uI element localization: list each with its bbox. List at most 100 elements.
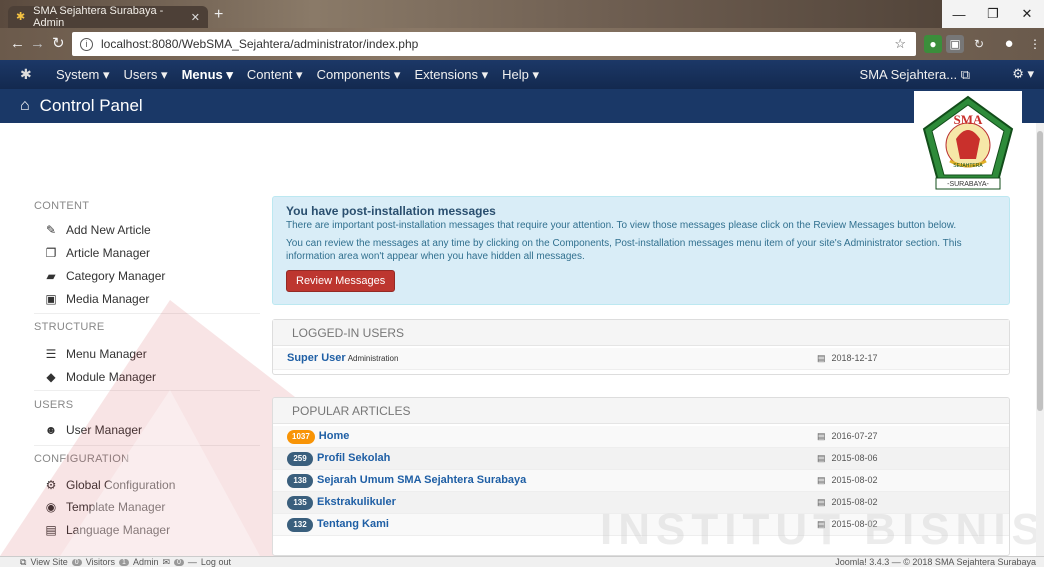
table-row: 138 Sejarah Umum SMA Sejahtera Surabaya ▤…: [273, 470, 1009, 492]
user-link[interactable]: Super User Administration: [287, 352, 398, 364]
tab-title: SMA Sejahtera Surabaya - Admin: [33, 5, 164, 29]
eye-icon: ◉: [45, 500, 57, 514]
cog-icon: ⚙: [45, 478, 57, 492]
svg-text:-SURABAYA-: -SURABAYA-: [947, 181, 989, 188]
envelope-icon[interactable]: ✉: [162, 557, 170, 568]
sidebar-item-article-manager[interactable]: ❐ Article Manager: [44, 246, 150, 260]
article-link[interactable]: 135 Ekstrakulikuler: [287, 496, 396, 510]
menu-components[interactable]: Components ▾: [317, 67, 401, 83]
sidebar-item-module-manager[interactable]: ◆ Module Manager: [44, 370, 156, 384]
divider: [34, 390, 260, 391]
logout-link[interactable]: Log out: [201, 557, 231, 567]
alert-text: There are important post-installation me…: [286, 220, 957, 231]
address-bar[interactable]: i localhost:8080/WebSMA_Sejahtera/admini…: [72, 32, 916, 56]
list-icon: ☰: [45, 347, 57, 361]
page-scrollbar[interactable]: [1036, 123, 1044, 556]
school-logo: SMA SEJAHTERA -SURABAYA-: [914, 91, 1022, 195]
hits-badge: 135: [287, 496, 313, 510]
sidebar-item-language-manager[interactable]: ▤ Language Manager: [44, 523, 170, 537]
hits-badge: 1037: [287, 430, 315, 444]
row-date: ▤ 2015-08-02: [817, 475, 878, 485]
divider: [34, 445, 260, 446]
new-tab-icon[interactable]: +: [214, 7, 223, 23]
site-link[interactable]: SMA Sejahtera... ⧉: [860, 67, 970, 83]
sidebar-item-template-manager[interactable]: ◉ Template Manager: [44, 500, 166, 514]
browser-toolbar: ← → ↻ i localhost:8080/WebSMA_Sejahtera/…: [0, 28, 1044, 60]
sidebar-item-global-configuration[interactable]: ⚙ Global Configuration: [44, 478, 176, 492]
logout-icon: —: [187, 557, 197, 567]
table-row: 1037 Home ▤ 2016-07-27: [273, 426, 1009, 448]
joomla-favicon-icon: ✱: [16, 11, 26, 23]
folder-icon: ▰: [46, 269, 56, 283]
sidebar-heading-content: CONTENT: [34, 200, 90, 212]
alert-heading: You have post-installation messages: [286, 204, 496, 218]
reload-icon[interactable]: ↻: [52, 36, 65, 52]
extension-icon[interactable]: ↻: [970, 35, 988, 53]
row-date: ▤ 2018-12-17: [817, 353, 878, 363]
cube-icon: ◆: [46, 370, 56, 384]
forward-icon[interactable]: →: [30, 36, 45, 52]
article-link[interactable]: 132 Tentang Kami: [287, 518, 389, 532]
review-messages-button[interactable]: Review Messages: [286, 270, 396, 292]
post-install-alert: You have post-installation messages Ther…: [272, 196, 1010, 305]
back-icon[interactable]: ←: [10, 36, 25, 52]
tab-close-icon[interactable]: ✕: [191, 11, 200, 24]
sidebar-heading-structure: STRUCTURE: [34, 321, 105, 333]
menu-extensions[interactable]: Extensions ▾: [414, 67, 488, 83]
home-icon: ⌂: [20, 97, 30, 114]
menu-system[interactable]: System ▾: [56, 67, 109, 83]
close-window-button[interactable]: ✕: [1010, 0, 1044, 28]
sidebar-item-media-manager[interactable]: ▣ Media Manager: [44, 292, 149, 306]
minimize-button[interactable]: —: [942, 0, 976, 28]
user-gear-icon[interactable]: ⚙ ▾: [1012, 66, 1034, 82]
menu-menus[interactable]: Menus ▾: [182, 67, 233, 83]
visitors-count: 0: [71, 558, 82, 566]
admin-label: Admin: [132, 557, 159, 567]
sidebar-item-user-manager[interactable]: ☻ User Manager: [44, 423, 142, 437]
watermark-text: INSTITUT BISNIS: [600, 505, 1044, 554]
hits-badge: 132: [287, 518, 313, 532]
page-header: ⌂ Control Panel: [0, 89, 1044, 123]
page-title: Control Panel: [39, 96, 143, 115]
sidebar-item-category-manager[interactable]: ▰ Category Manager: [44, 269, 165, 283]
maximize-button[interactable]: ❐: [976, 0, 1010, 28]
calendar-icon: ▤: [817, 475, 826, 485]
calendar-icon: ▤: [817, 353, 826, 363]
bookmark-star-icon[interactable]: ☆: [894, 36, 906, 52]
menu-users[interactable]: Users ▾: [123, 67, 167, 83]
profile-icon[interactable]: ●: [1000, 35, 1018, 53]
browser-menu-icon[interactable]: ⋮: [1026, 35, 1044, 53]
scrollbar-thumb[interactable]: [1037, 131, 1043, 411]
article-link[interactable]: 1037 Home: [287, 430, 349, 444]
version-text: Joomla! 3.4.3 — © 2018 SMA Sejahtera Sur…: [835, 557, 1036, 567]
extension-icon[interactable]: ●: [924, 35, 942, 53]
external-link-icon: ⧉: [20, 556, 27, 567]
calendar-icon: ▤: [817, 453, 826, 463]
extension-icon[interactable]: ▣: [946, 35, 964, 53]
info-icon[interactable]: i: [80, 37, 93, 51]
admin-topnav: ✱ System ▾ Users ▾ Menus ▾ Content ▾ Com…: [0, 60, 1044, 89]
article-link[interactable]: 259 Profil Sekolah: [287, 452, 390, 466]
joomla-logo-icon[interactable]: ✱: [20, 66, 40, 83]
logged-in-users-panel: LOGGED-IN USERS Super User Administration…: [272, 319, 1010, 375]
browser-titlebar: ✱ SMA Sejahtera Surabaya - Admin ✕ + — ❐…: [0, 0, 1044, 29]
sidebar-heading-users: USERS: [34, 399, 74, 411]
sidebar-item-menu-manager[interactable]: ☰ Menu Manager: [44, 347, 147, 361]
alert-text: You can review the messages at any time …: [286, 238, 962, 262]
pencil-icon: ✎: [45, 223, 57, 237]
messages-count: 0: [174, 558, 184, 566]
view-site-link[interactable]: View Site: [30, 557, 67, 567]
menu-content[interactable]: Content ▾: [247, 67, 303, 83]
browser-tab[interactable]: ✱ SMA Sejahtera Surabaya - Admin ✕: [8, 5, 208, 29]
visitors-label: Visitors: [85, 557, 116, 567]
sidebar-heading-configuration: CONFIGURATION: [34, 453, 130, 465]
hits-badge: 259: [287, 452, 313, 466]
status-bar: ⧉ View Site 0 Visitors 1 Admin ✉ 0 — Log…: [0, 556, 1044, 567]
menu-help[interactable]: Help ▾: [502, 67, 539, 83]
calendar-icon: ▤: [817, 431, 826, 441]
url-text: localhost:8080/WebSMA_Sejahtera/administ…: [101, 37, 419, 51]
sidebar-item-add-new-article[interactable]: ✎ Add New Article: [44, 223, 151, 237]
article-icon: ❐: [45, 246, 57, 260]
article-link[interactable]: 138 Sejarah Umum SMA Sejahtera Surabaya: [287, 474, 526, 488]
svg-text:SEJAHTERA: SEJAHTERA: [953, 163, 983, 169]
